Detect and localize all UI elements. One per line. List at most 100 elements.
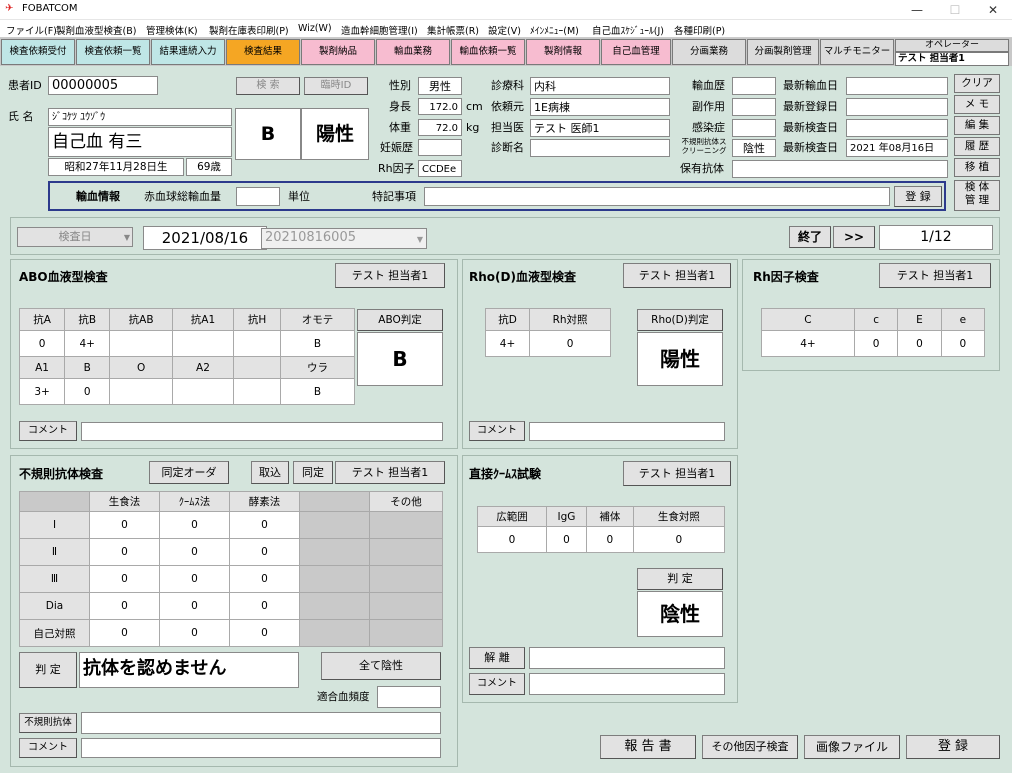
all-negative-button[interactable]: 全て陰性 — [321, 652, 441, 680]
irregular-cell[interactable]: 0 — [89, 565, 160, 593]
irregular-cell[interactable]: 0 — [159, 538, 230, 566]
abo-back-cell[interactable]: 3+ — [18, 378, 66, 405]
rh-factor-cell[interactable]: 0 — [897, 330, 942, 357]
irregular-cell[interactable]: 0 — [229, 592, 300, 620]
dat-cell[interactable]: 0 — [586, 526, 634, 553]
identify-order-button[interactable]: 同定オーダ — [149, 461, 229, 484]
clear-button[interactable]: クリア — [954, 74, 1000, 93]
next-button[interactable]: >> — [833, 226, 875, 248]
tab-exam-result[interactable]: 検査結果 — [226, 39, 300, 65]
menu-reports[interactable]: 集計帳票(R) — [427, 23, 479, 37]
irregular-comment-input[interactable] — [81, 738, 441, 758]
rh-factor-cell[interactable]: 0 — [853, 330, 899, 357]
menu-settings[interactable]: 設定(V) — [488, 23, 521, 37]
maximize-button[interactable]: ☐ — [936, 0, 974, 20]
tab-request-list[interactable]: 検査依頼一覧 — [76, 39, 150, 65]
abo-back-cell[interactable]: B — [280, 378, 355, 405]
abo-front-cell[interactable] — [233, 330, 281, 357]
tab-transfusion-list[interactable]: 輸血依頼一覧 — [451, 39, 525, 65]
abo-back-cell[interactable] — [171, 378, 235, 405]
irregular-cell[interactable]: 0 — [89, 619, 160, 647]
tab-transfusion-work[interactable]: 輸血業務 — [376, 39, 450, 65]
rh-factor-cell[interactable]: 0 — [940, 330, 986, 357]
irregular-cell[interactable]: 0 — [229, 565, 300, 593]
irregular-cell[interactable]: 0 — [159, 511, 230, 539]
exam-number-dropdown[interactable]: 20210816005 ▼ — [261, 228, 427, 249]
tab-product-info[interactable]: 製剤情報 — [526, 39, 600, 65]
irregular-tester-button[interactable]: テスト 担当者1 — [335, 461, 445, 484]
irregular-cell[interactable]: 0 — [229, 538, 300, 566]
abo-tester-button[interactable]: テスト 担当者1 — [335, 263, 445, 288]
rh-factor-cell[interactable]: 4+ — [761, 330, 855, 357]
menu-stem-cell[interactable]: 造血幹細胞管理(I) — [341, 23, 418, 37]
abo-front-cell[interactable]: 0 — [18, 330, 66, 357]
end-button[interactable]: 終了 — [789, 226, 831, 248]
minimize-button[interactable]: — — [898, 0, 936, 20]
rhd-comment-input[interactable] — [529, 422, 725, 441]
tab-continuous-input[interactable]: 結果連続入力 — [151, 39, 225, 65]
rhd-tester-button[interactable]: テスト 担当者1 — [623, 263, 731, 288]
register-button[interactable]: 登 録 — [906, 735, 1000, 759]
abo-front-cell[interactable]: B — [280, 330, 355, 357]
dissociation-input[interactable] — [529, 647, 725, 669]
exam-date-dropdown[interactable]: 検査日 ▼ — [17, 227, 133, 247]
abo-front-cell[interactable] — [171, 330, 235, 357]
menu-inventory-print[interactable]: 製剤在庫表印刷(P) — [209, 23, 289, 37]
irregular-antibody-input[interactable] — [81, 712, 441, 734]
dissociation-button[interactable]: 解 離 — [469, 647, 525, 669]
rbc-total-input[interactable] — [236, 187, 280, 206]
import-button[interactable]: 取込 — [251, 461, 289, 484]
menu-print[interactable]: 各種印刷(P) — [674, 23, 725, 37]
rhd-cell[interactable]: 0 — [529, 330, 611, 357]
menu-main[interactable]: ﾒｲﾝﾒﾆｭｰ(M) — [530, 23, 579, 37]
memo-button[interactable]: メ モ — [954, 95, 1000, 114]
tab-delivery[interactable]: 製剤納品 — [301, 39, 375, 65]
irregular-cell[interactable]: 0 — [159, 592, 230, 620]
identify-button[interactable]: 同定 — [293, 461, 333, 484]
report-button[interactable]: 報 告 書 — [600, 735, 696, 759]
tab-multi-monitor[interactable]: マルチモニター — [820, 39, 894, 65]
patient-id-input[interactable]: 00000005 — [48, 76, 158, 95]
rh-factor-tester-button[interactable]: テスト 担当者1 — [879, 263, 991, 288]
close-button[interactable]: ✕ — [974, 0, 1012, 20]
dat-cell[interactable]: 0 — [545, 526, 588, 553]
irregular-cell[interactable]: 0 — [229, 619, 300, 647]
other-factor-button[interactable]: その他因子検査 — [702, 735, 798, 759]
image-file-button[interactable]: 画像ファイル — [804, 735, 900, 759]
irregular-cell[interactable]: 0 — [159, 565, 230, 593]
abo-comment-input[interactable] — [81, 422, 443, 441]
dat-cell[interactable]: 0 — [477, 526, 547, 553]
menu-blood-type[interactable]: 製剤血液型検査(B) — [56, 23, 136, 37]
abo-front-cell[interactable] — [109, 330, 173, 357]
tab-fraction-work[interactable]: 分画業務 — [672, 39, 746, 65]
transfusion-register-button[interactable]: 登 録 — [894, 186, 942, 207]
dat-comment-input[interactable] — [529, 673, 725, 695]
abo-back-cell[interactable] — [109, 378, 173, 405]
transplant-button[interactable]: 移 植 — [954, 158, 1000, 177]
tab-fraction-manage[interactable]: 分画製剤管理 — [747, 39, 819, 65]
tab-request-reception[interactable]: 検査依頼受付 — [1, 39, 75, 65]
menu-wiz[interactable]: Wiz(W) — [298, 23, 332, 34]
irregular-cell[interactable]: 0 — [159, 619, 230, 647]
temp-id-button[interactable]: 臨時ID — [304, 77, 368, 95]
menu-file[interactable]: ファイル(F) — [6, 23, 57, 37]
rhd-cell[interactable]: 4+ — [484, 330, 531, 357]
history-button[interactable]: 履 歴 — [954, 137, 1000, 156]
irregular-cell[interactable]: 0 — [89, 538, 160, 566]
tab-autologous[interactable]: 自己血管理 — [601, 39, 671, 65]
note-input[interactable] — [424, 187, 890, 206]
menu-specimen[interactable]: 管理検体(K) — [146, 23, 198, 37]
abo-back-cell[interactable]: 0 — [64, 378, 111, 405]
menu-autologous-schedule[interactable]: 自己血ｽｹｼﾞｭｰﾙ(J) — [592, 23, 664, 37]
specimen-manage-button[interactable]: 検 体 管 理 — [954, 180, 1000, 211]
irregular-cell[interactable]: 0 — [229, 511, 300, 539]
abo-front-cell[interactable]: 4+ — [64, 330, 111, 357]
edit-button[interactable]: 編 集 — [954, 116, 1000, 135]
irregular-cell[interactable]: 0 — [89, 511, 160, 539]
dat-cell[interactable]: 0 — [632, 526, 726, 553]
abo-back-cell[interactable] — [233, 378, 281, 405]
compat-freq-input[interactable] — [377, 686, 441, 708]
dat-tester-button[interactable]: テスト 担当者1 — [623, 461, 731, 486]
search-button[interactable]: 検 索 — [236, 77, 300, 95]
irregular-cell[interactable]: 0 — [89, 592, 160, 620]
